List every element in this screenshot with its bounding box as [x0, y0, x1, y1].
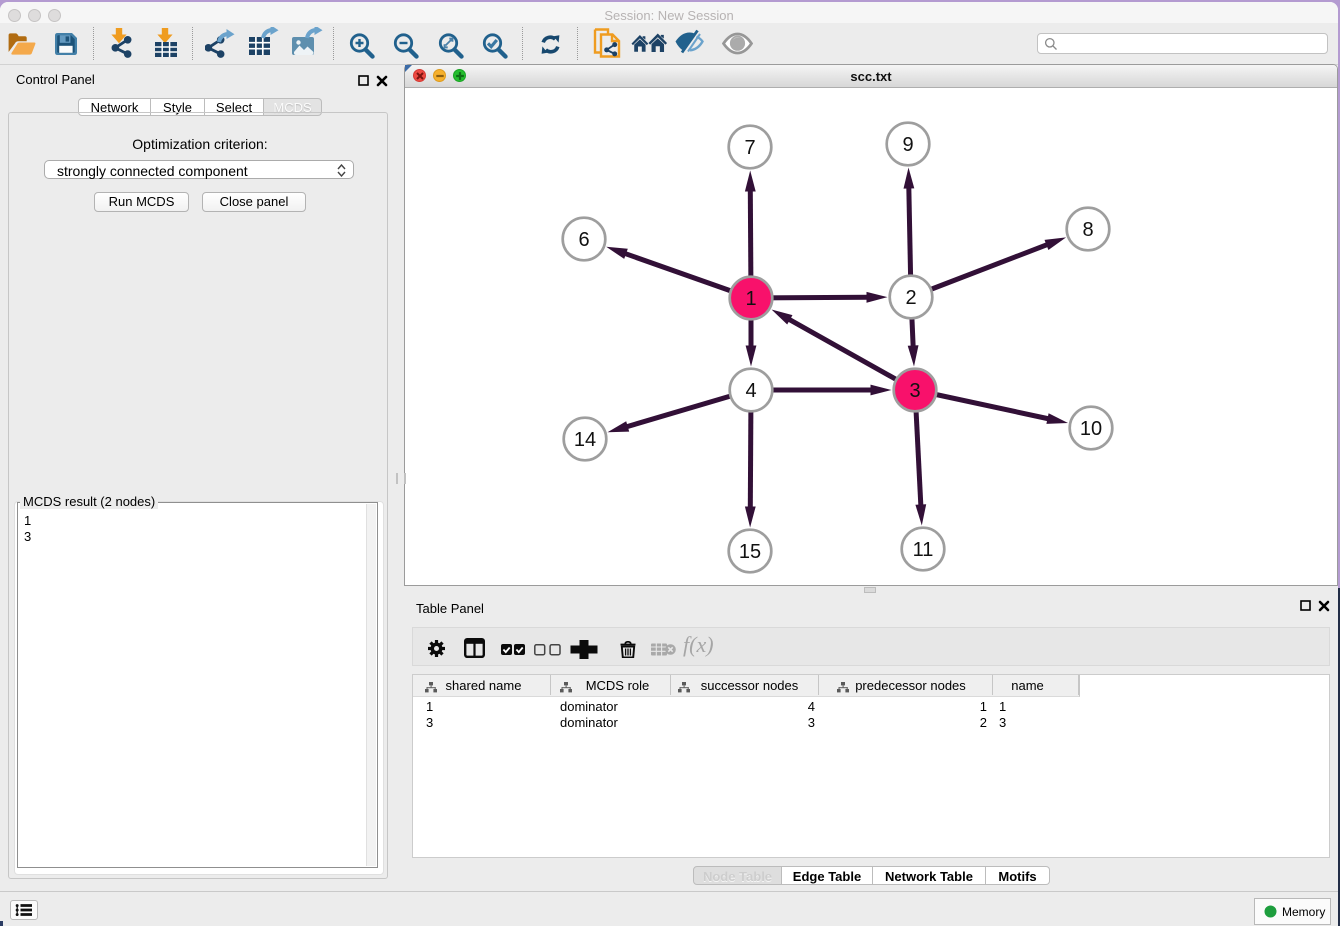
svg-text:6: 6 [578, 229, 589, 251]
svg-text:10: 10 [1080, 418, 1102, 440]
svg-text:3: 3 [909, 380, 920, 402]
svg-text:7: 7 [744, 137, 755, 159]
svg-text:11: 11 [913, 539, 934, 561]
svg-text:4: 4 [745, 380, 756, 402]
svg-text:1: 1 [745, 288, 756, 310]
svg-text:8: 8 [1082, 219, 1093, 241]
svg-text:9: 9 [902, 134, 913, 156]
svg-text:2: 2 [905, 287, 916, 309]
svg-text:14: 14 [574, 429, 596, 451]
svg-text:15: 15 [739, 541, 761, 563]
